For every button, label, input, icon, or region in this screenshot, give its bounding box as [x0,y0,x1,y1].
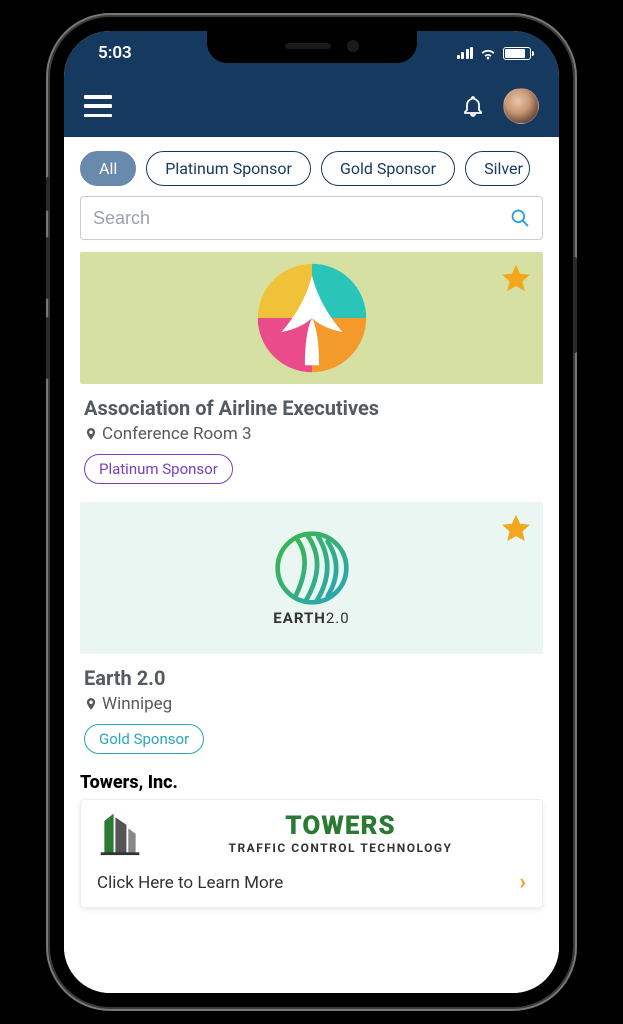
sponsor-banner: EARTH2.0 [80,502,543,654]
volume-up-button [46,237,50,299]
sponsor-title: Association of Airline Executives [84,396,539,420]
favorite-star-icon[interactable] [499,512,533,546]
battery-icon [503,47,531,60]
sponsor-card[interactable]: Association of Airline Executives Confer… [80,252,543,484]
towers-heading: Towers, Inc. [64,772,559,799]
earth-logo-label: EARTH2.0 [273,609,349,627]
earth-logo-icon [273,529,351,607]
screen: 5:03 All Platinum Sponsor Gold Sponsor S… [64,31,559,993]
search-box[interactable] [80,196,543,240]
filter-chip-gold[interactable]: Gold Sponsor [321,151,455,186]
cellular-icon [457,47,474,59]
phone-frame: 5:03 All Platinum Sponsor Gold Sponsor S… [50,17,573,1007]
menu-button[interactable] [84,95,112,117]
side-button [46,177,50,211]
chevron-right-icon: › [519,870,526,895]
search-icon[interactable] [510,208,530,228]
search-input[interactable] [93,208,510,229]
sponsor-title: Earth 2.0 [84,666,539,690]
towers-subline: TRAFFIC CONTROL TECHNOLOGY [155,841,526,855]
notch [207,31,417,63]
sponsor-location-text: Winnipeg [102,694,172,714]
sponsor-card-body: Association of Airline Executives Confer… [80,384,543,484]
towers-ad-card[interactable]: TOWERS TRAFFIC CONTROL TECHNOLOGY Click … [80,799,543,908]
towers-ad-top: TOWERS TRAFFIC CONTROL TECHNOLOGY [81,800,542,862]
airline-logo-icon [253,259,371,377]
sponsor-tag: Platinum Sponsor [84,454,233,484]
profile-avatar[interactable] [503,88,539,124]
wifi-icon [479,47,497,60]
towers-brand: TOWERS [155,811,526,841]
towers-logo-icon [97,810,143,856]
notifications-icon[interactable] [461,94,485,118]
favorite-star-icon[interactable] [499,262,533,296]
volume-down-button [46,317,50,379]
sponsor-location: Conference Room 3 [84,424,539,444]
power-button [573,257,577,353]
sponsor-banner [80,252,543,384]
status-indicators [457,47,536,60]
content: All Platinum Sponsor Gold Sponsor Silver [64,137,559,993]
location-pin-icon [84,695,98,713]
filter-chip-platinum[interactable]: Platinum Sponsor [146,151,311,186]
status-time: 5:03 [88,43,132,63]
sponsor-tag: Gold Sponsor [84,724,204,754]
sponsor-card-body: Earth 2.0 Winnipeg Gold Sponsor [80,654,543,754]
filter-chip-all[interactable]: All [80,151,136,186]
towers-cta[interactable]: Click Here to Learn More › [81,862,542,907]
search-wrap [64,196,559,252]
towers-cta-text: Click Here to Learn More [97,873,283,893]
filter-row: All Platinum Sponsor Gold Sponsor Silver [64,137,559,196]
filter-chip-silver[interactable]: Silver [465,151,530,186]
location-pin-icon [84,425,98,443]
sponsor-location: Winnipeg [84,694,539,714]
sponsor-location-text: Conference Room 3 [102,424,252,444]
app-header [64,75,559,137]
sponsor-card[interactable]: EARTH2.0 Earth 2.0 Winnipeg Gold Sponsor [80,502,543,754]
